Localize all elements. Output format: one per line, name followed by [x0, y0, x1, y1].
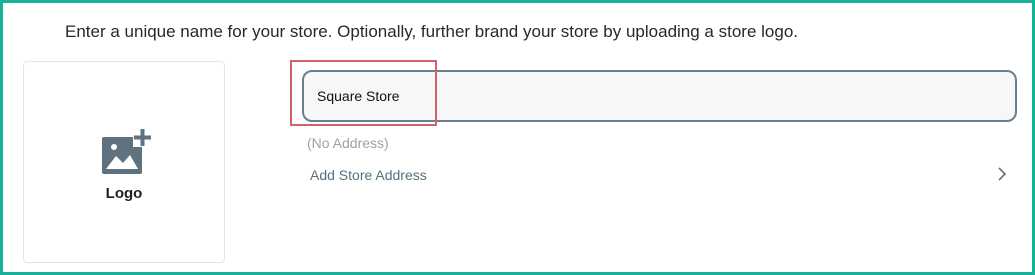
logo-label: Logo: [105, 185, 143, 202]
no-address-text: (No Address): [307, 135, 389, 151]
instructions-text: Enter a unique name for your store. Opti…: [65, 22, 798, 41]
add-image-icon: [102, 128, 152, 174]
store-details-panel: Enter a unique name for your store. Opti…: [0, 0, 1035, 275]
add-store-address-row[interactable]: Add Store Address: [302, 157, 1017, 191]
add-store-address-link[interactable]: Add Store Address: [310, 167, 427, 183]
chevron-right-icon: [998, 167, 1007, 181]
store-name-input[interactable]: [302, 70, 1017, 122]
logo-upload-tile[interactable]: Logo: [23, 61, 225, 263]
